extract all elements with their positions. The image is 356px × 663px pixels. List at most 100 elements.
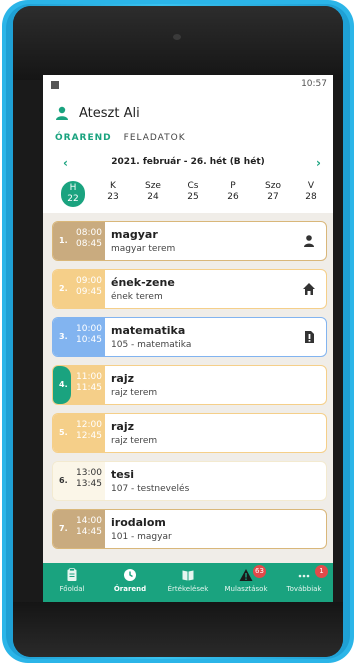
app-screen: 10:57 Ateszt Ali ÓRAREND FELADATOK ‹ 202… <box>43 75 333 602</box>
week-label: 2021. február - 26. hét (B hét) <box>111 157 265 167</box>
lesson-subject: ének-zene <box>111 276 175 289</box>
day-date: 27 <box>267 192 279 202</box>
day-selector: H 22 K 23 Sze 24 Cs 25 P 26 Szo 27 V 28 <box>43 181 333 207</box>
week-selector: ‹ 2021. február - 26. hét (B hét) › <box>43 156 333 171</box>
nav-item-ertekelesek[interactable]: Értékelések <box>159 568 217 593</box>
tab-orarend[interactable]: ÓRAREND <box>55 133 112 143</box>
day-tab-szo[interactable]: Szo 27 <box>261 181 285 203</box>
nav-item-mulasztasok[interactable]: Mulasztások 63 <box>217 565 275 593</box>
nav-item-orarend[interactable]: Órarend <box>101 568 159 593</box>
nav-item-tovabbiak[interactable]: Továbbiak 1 <box>275 565 333 593</box>
lesson-card[interactable]: 1. 08:00 08:45 magyar magyar terem <box>52 221 327 261</box>
lesson-end: 09:45 <box>76 287 102 297</box>
day-abbr: Sze <box>145 181 161 191</box>
day-date: 22 <box>67 194 79 204</box>
home-icon <box>303 283 315 295</box>
lesson-times: 10:00 10:45 <box>76 324 102 346</box>
day-date: 23 <box>107 192 119 202</box>
camera-dot <box>173 34 181 40</box>
warning-icon <box>239 569 253 581</box>
bottom-navigation: Főoldal Órarend Értékelések Mulasztások … <box>43 563 333 602</box>
lesson-start: 11:00 <box>76 372 102 382</box>
alert-icon <box>305 331 314 343</box>
day-abbr: H <box>69 183 77 193</box>
day-abbr: V <box>307 181 315 191</box>
lesson-subject: rajz <box>111 372 135 385</box>
next-week-button[interactable]: › <box>316 156 321 170</box>
nav-label: Értékelések <box>167 585 209 593</box>
day-tab-k[interactable]: K 23 <box>101 181 125 203</box>
day-tab-cs[interactable]: Cs 25 <box>181 181 205 203</box>
day-abbr: Cs <box>187 181 199 191</box>
lesson-times: 09:00 09:45 <box>76 276 102 298</box>
day-tab-sze[interactable]: Sze 24 <box>141 181 165 203</box>
lesson-start: 09:00 <box>76 276 102 286</box>
lesson-subject: tesi <box>111 468 135 481</box>
user-row[interactable]: Ateszt Ali <box>55 103 140 123</box>
lesson-start: 08:00 <box>76 228 102 238</box>
lesson-card[interactable]: 2. 09:00 09:45 ének-zene ének terem <box>52 269 327 309</box>
lesson-subject: rajz <box>111 420 135 433</box>
day-abbr: Szo <box>265 181 281 191</box>
lesson-start: 12:00 <box>76 420 102 430</box>
tab-bar: ÓRAREND FELADATOK <box>55 133 198 143</box>
nav-label: Órarend <box>113 585 147 593</box>
lesson-card[interactable]: 7. 14:00 14:45 irodalom 101 - magyar <box>52 509 327 549</box>
lesson-room: 107 - testnevelés <box>111 484 190 494</box>
lesson-start: 14:00 <box>76 516 102 526</box>
more-icon <box>298 574 310 578</box>
lesson-card[interactable]: 4. 11:00 11:45 rajz rajz terem <box>52 365 327 405</box>
phone-bottom-bezel <box>13 602 343 657</box>
lesson-times: 14:00 14:45 <box>76 516 102 538</box>
lesson-room: rajz terem <box>111 388 158 398</box>
day-abbr: K <box>110 181 116 191</box>
day-tab-v[interactable]: V 28 <box>299 181 323 203</box>
absence-badge: 63 <box>253 565 266 578</box>
lesson-start: 13:00 <box>76 468 102 478</box>
day-date: 24 <box>147 192 159 202</box>
lesson-end: 13:45 <box>76 479 102 489</box>
day-tab-h[interactable]: H 22 <box>61 181 85 207</box>
lesson-card[interactable]: 6. 13:00 13:45 tesi 107 - testnevelés <box>52 461 327 501</box>
nav-label: Mulasztások <box>224 585 268 593</box>
person-icon <box>304 235 314 247</box>
lesson-number: 3. <box>59 332 68 341</box>
lesson-number: 7. <box>59 524 68 533</box>
lesson-end: 08:45 <box>76 239 102 249</box>
lesson-end: 11:45 <box>76 383 102 393</box>
notification-icon <box>51 81 59 89</box>
lesson-list: 1. 08:00 08:45 magyar magyar terem 2. 09… <box>43 213 333 563</box>
day-date: 25 <box>187 192 199 202</box>
day-date: 26 <box>227 192 239 202</box>
lesson-room: magyar terem <box>111 244 176 254</box>
lesson-times: 13:00 13:45 <box>76 468 102 490</box>
lesson-subject: irodalom <box>111 516 166 529</box>
nav-item-fooldal[interactable]: Főoldal <box>43 568 101 593</box>
lesson-number: 4. <box>59 380 68 389</box>
lesson-number: 2. <box>59 284 68 293</box>
lesson-number: 1. <box>59 236 68 245</box>
user-name: Ateszt Ali <box>79 105 140 121</box>
tab-feladatok[interactable]: FELADATOK <box>124 133 186 143</box>
lesson-room: rajz terem <box>111 436 158 446</box>
lesson-subject: magyar <box>111 228 158 241</box>
lesson-end: 14:45 <box>76 527 102 537</box>
phone-top-bezel <box>13 6 343 80</box>
lesson-times: 08:00 08:45 <box>76 228 102 250</box>
lesson-start: 10:00 <box>76 324 102 334</box>
lesson-room: ének terem <box>111 292 163 302</box>
status-time: 10:57 <box>301 79 327 89</box>
lesson-card[interactable]: 3. 10:00 10:45 matematika 105 - matemati… <box>52 317 327 357</box>
status-bar: 10:57 <box>43 75 333 95</box>
lesson-subject: matematika <box>111 324 186 337</box>
day-abbr: P <box>230 181 236 191</box>
nav-label: Főoldal <box>59 585 85 593</box>
user-icon <box>56 106 68 120</box>
day-date: 28 <box>305 192 317 202</box>
lesson-end: 12:45 <box>76 431 102 441</box>
lesson-room: 101 - magyar <box>111 532 172 542</box>
day-tab-p[interactable]: P 26 <box>221 181 245 203</box>
lesson-number: 5. <box>59 428 68 437</box>
lesson-card[interactable]: 5. 12:00 12:45 rajz rajz terem <box>52 413 327 453</box>
lesson-end: 10:45 <box>76 335 102 345</box>
